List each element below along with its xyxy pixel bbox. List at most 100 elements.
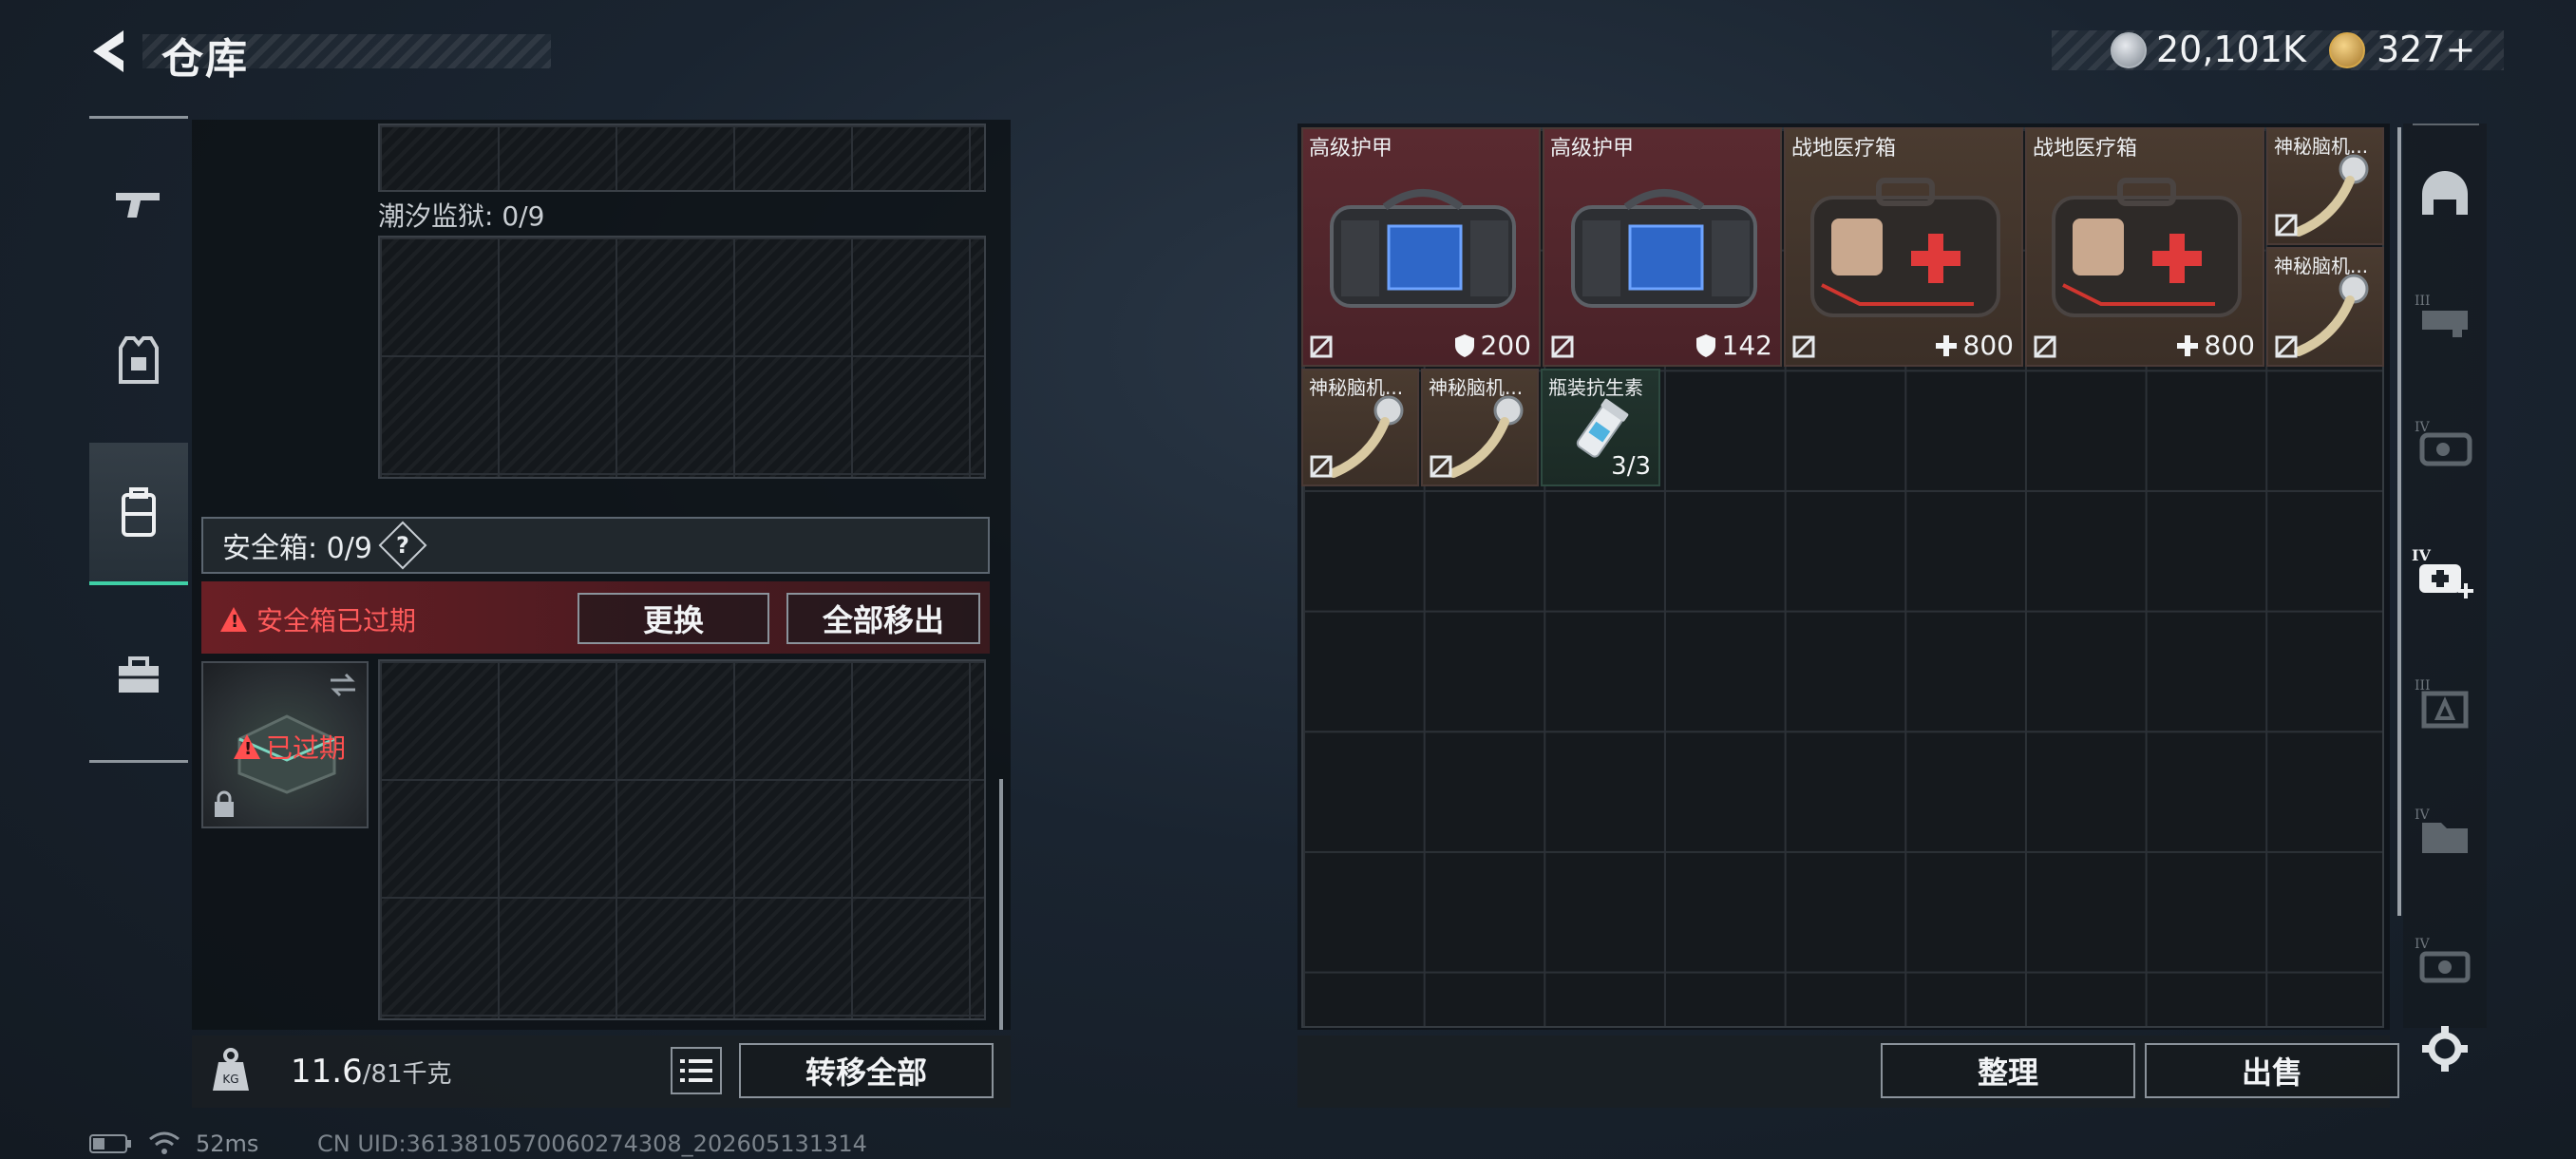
left-scrollbar[interactable] (999, 779, 1003, 1030)
safe-box-grid[interactable] (378, 659, 986, 1020)
nav-divider-bottom (89, 760, 188, 763)
settings-button[interactable] (2403, 992, 2487, 1106)
warning-icon (220, 607, 247, 632)
tier4-medical-filter-icon: IV (2412, 546, 2473, 598)
tide-prison-grid[interactable] (378, 236, 986, 479)
filter-tier3-weapon[interactable]: III (2403, 258, 2487, 372)
armor-bag-image (1330, 189, 1516, 308)
tier4-armor-filter-icon: IV (2415, 420, 2472, 466)
battery-icon (89, 1134, 131, 1153)
plus-icon (1935, 334, 1957, 356)
weight-value: 11.6 (291, 1053, 363, 1091)
brain-chip-image (2294, 154, 2369, 237)
weight-display: 11.6/81千克 (291, 1053, 452, 1091)
item-name: 高级护甲 (1309, 137, 1393, 161)
inventory-item-brain-chip[interactable]: 神秘脑机... (1421, 369, 1539, 486)
nav-item-backpack[interactable] (89, 443, 188, 585)
swap-icon (331, 673, 355, 697)
inventory-item-antibiotics[interactable]: 瓶装抗生素 3/3 (1541, 369, 1660, 486)
list-view-button[interactable] (671, 1047, 722, 1094)
svg-text:III: III (2415, 294, 2431, 309)
item-stat: 3/3 (1611, 452, 1651, 481)
filter-tier4-document[interactable]: IV (2403, 775, 2487, 889)
filter-divider (2413, 124, 2479, 125)
item-stat: 800 (2176, 330, 2255, 361)
inventory-item-armor[interactable]: 高级护甲 142 (1543, 127, 1782, 367)
gold-currency-value[interactable]: 327+ (2377, 28, 2475, 70)
item-stat: 200 (1454, 330, 1531, 361)
filter-helmet[interactable] (2403, 137, 2487, 251)
expired-notice: 安全箱已过期 (220, 600, 416, 638)
medkit-image (2052, 178, 2242, 317)
nav-item-weapons[interactable] (89, 133, 188, 276)
plus-icon (2176, 334, 2198, 356)
no-trade-icon (1551, 335, 1574, 358)
lock-icon (215, 790, 234, 817)
armor-bag-image (1571, 189, 1757, 308)
sort-button[interactable]: 整理 (1881, 1043, 2135, 1098)
page-title: 仓库 (161, 35, 249, 84)
help-icon: ? (395, 531, 409, 559)
help-button[interactable]: ? (378, 521, 427, 570)
gun-icon (116, 193, 160, 218)
move-all-out-button[interactable]: 全部移出 (786, 593, 980, 644)
warning-icon (234, 734, 260, 759)
expired-notice-text: 安全箱已过期 (256, 605, 417, 636)
nav-divider-top (89, 116, 188, 119)
list-icon (680, 1059, 712, 1082)
tier3-weapon-filter-icon: III (2415, 294, 2468, 337)
no-trade-icon (1310, 335, 1333, 358)
inventory-item-armor[interactable]: 高级护甲 200 (1301, 127, 1541, 367)
antibiotic-uses: 3/3 (1611, 452, 1651, 481)
wifi-icon (149, 1131, 180, 1154)
helmet-filter-icon (2422, 171, 2468, 215)
tide-prison-label: 潮汐监狱: 0/9 (378, 200, 545, 232)
no-trade-icon (1310, 455, 1333, 478)
heal-amount: 800 (1962, 330, 2014, 361)
silver-coin-icon (2111, 32, 2147, 68)
safe-box-header: 安全箱: 0/9 ? (201, 517, 990, 574)
toolbox-icon (119, 656, 159, 693)
svg-text:IV: IV (2412, 546, 2431, 564)
inventory-item-brain-chip[interactable]: 神秘脑机... (1301, 369, 1419, 486)
upper-container-grid (378, 124, 986, 192)
weight-capacity: /81千克 (362, 1060, 452, 1089)
uid-text: CN UID:3613810570060274308_202605131314 (317, 1130, 867, 1157)
no-trade-icon (2275, 214, 2298, 237)
inventory-scrollbar[interactable] (2397, 127, 2401, 916)
status-line: 52ms (89, 1130, 258, 1157)
safe-expired-label: 已过期 (234, 728, 346, 766)
safe-box-label: 安全箱: 0/9 (222, 532, 372, 565)
filter-tier3-ammo[interactable]: III (2403, 646, 2487, 760)
nav-item-toolbox[interactable] (89, 604, 188, 747)
no-trade-icon (2275, 335, 2298, 358)
gold-coin-icon (2329, 32, 2365, 68)
filter-tier4-armor[interactable]: IV (2403, 388, 2487, 502)
inventory-item-brain-chip[interactable]: 神秘脑机... (2266, 247, 2384, 367)
no-trade-icon (1430, 455, 1452, 478)
item-name: 高级护甲 (1550, 137, 1635, 161)
inventory-item-medkit[interactable]: 战地医疗箱 800 (1784, 127, 2023, 367)
heal-amount: 800 (2204, 330, 2255, 361)
svg-text:IV: IV (2415, 937, 2431, 952)
shield-icon (1695, 333, 1715, 357)
replace-button[interactable]: 更换 (578, 593, 769, 644)
gear-icon (2422, 1026, 2468, 1072)
brain-chip-image (1449, 395, 1524, 478)
back-button[interactable] (85, 25, 139, 78)
inventory-item-brain-chip[interactable]: 神秘脑机... (2266, 127, 2384, 245)
inventory-item-medkit[interactable]: 战地医疗箱 800 (2025, 127, 2264, 367)
filter-tier4-medical[interactable]: IV (2403, 517, 2487, 631)
sell-button[interactable]: 出售 (2145, 1043, 2399, 1098)
transfer-all-button[interactable]: 转移全部 (739, 1043, 994, 1098)
armor-durability: 142 (1721, 330, 1772, 361)
brain-chip-image (2294, 274, 2369, 356)
svg-text:IV: IV (2415, 808, 2431, 823)
item-name: 战地医疗箱 (2033, 137, 2138, 161)
no-trade-icon (1792, 335, 1815, 358)
svg-text:KG: KG (222, 1073, 238, 1086)
no-trade-icon (2034, 335, 2056, 358)
nav-item-armor[interactable] (89, 290, 188, 432)
shield-icon (1454, 333, 1474, 357)
item-name: 战地医疗箱 (1791, 137, 1897, 161)
